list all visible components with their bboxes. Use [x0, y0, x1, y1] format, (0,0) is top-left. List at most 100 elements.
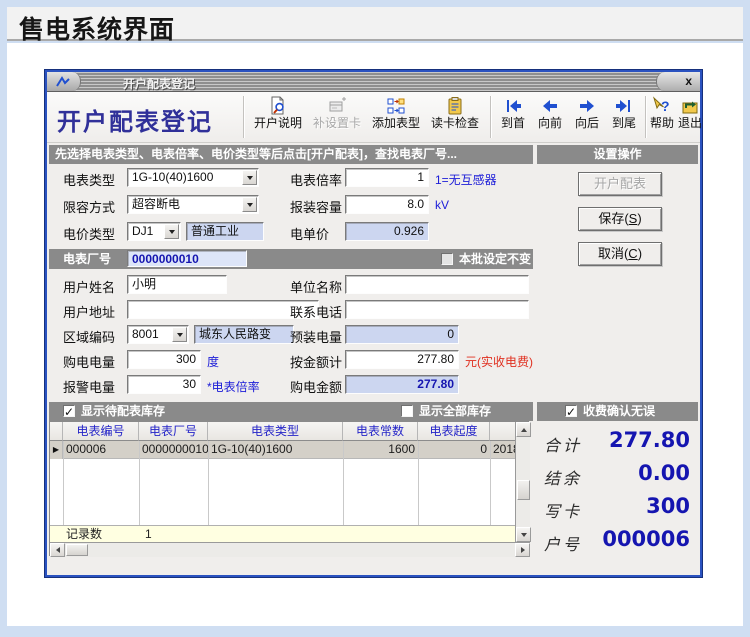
scroll-up-button[interactable]	[516, 422, 531, 437]
save-label: 保存(	[598, 211, 628, 226]
table-header-meter-no[interactable]: 电表编号	[63, 422, 139, 441]
toolbar-button-account-help[interactable]: 开户说明	[250, 95, 306, 140]
cell-date: 2018-	[490, 441, 515, 459]
save-label-end: )	[637, 211, 641, 226]
toolbar-button-nav-prev[interactable]: 向前	[533, 95, 567, 140]
area-code-dropdown-button[interactable]	[172, 327, 187, 342]
meter-type-dropdown-button[interactable]	[242, 170, 257, 185]
alarm-qty-input[interactable]: 30	[127, 375, 201, 394]
toolbar-button-label: 读卡检查	[431, 116, 479, 130]
toolbar-button-add-meter-type[interactable]: 添加表型	[368, 95, 424, 140]
limit-mode-label: 限容方式	[63, 197, 115, 216]
fee-confirm-checkbox[interactable]: ✓	[565, 405, 577, 417]
close-button[interactable]: x	[656, 72, 700, 91]
right-panel-header: 设置操作	[537, 145, 698, 164]
toolbar-button-nav-last[interactable]: 到尾	[607, 95, 641, 140]
toolbar-button-nav-first[interactable]: 到首	[496, 95, 530, 140]
toolbar-button-label: 退出	[678, 116, 702, 130]
phone-input[interactable]	[345, 300, 529, 319]
user-name-input[interactable]: 小明	[127, 275, 227, 294]
table-header-constant[interactable]: 电表常数	[343, 422, 418, 441]
toolbar-button-help[interactable]: ? 帮助	[649, 95, 675, 140]
vertical-scrollbar[interactable]	[515, 422, 530, 542]
toolbar-button-nav-next[interactable]: 向后	[570, 95, 604, 140]
table-header-meter-type[interactable]: 电表类型	[208, 422, 343, 441]
unit-price-label: 电单价	[290, 224, 329, 243]
table-footer: 记录数 1	[50, 525, 515, 542]
toolbar-button-label: 到尾	[612, 116, 636, 130]
price-type-select[interactable]: DJ1	[127, 222, 181, 241]
balance-value: 0.00	[540, 461, 690, 485]
account-no-value: 000006	[540, 527, 690, 551]
table-header-factory-no[interactable]: 电表厂号	[139, 422, 208, 441]
cell-meter-no: 000006	[63, 441, 139, 459]
capacity-input[interactable]: 8.0	[345, 195, 429, 214]
arrow-right-icon	[521, 547, 525, 553]
meter-ratio-input[interactable]: 1	[345, 168, 429, 187]
table-grid-line	[490, 441, 491, 525]
toolbar-separator	[490, 96, 492, 138]
nav-next-icon	[577, 95, 597, 116]
factory-no-label: 电表厂号	[63, 249, 111, 269]
page-bottom-frame	[0, 626, 750, 637]
limit-mode-value: 超容断电	[132, 197, 180, 211]
save-button[interactable]: 保存(S)	[578, 207, 662, 231]
inventory-bar: ✓ 显示待配表库存 显示全部库存	[49, 402, 533, 421]
window-titlebar[interactable]: 开户配表登记 x	[47, 72, 700, 92]
toolbar-separator	[243, 96, 245, 138]
toolbar-button-label: 添加表型	[372, 116, 420, 130]
total-value: 277.80	[540, 428, 690, 452]
add-meter-type-icon	[386, 95, 406, 116]
batch-fixed-checkbox[interactable]	[441, 253, 453, 265]
status-bar: 先选择电表类型、电表倍率、电价类型等后点击[开户配表]，查找电表厂号...	[49, 145, 533, 164]
meter-type-label: 电表类型	[63, 170, 115, 189]
show-pending-checkbox[interactable]: ✓	[63, 405, 75, 417]
meter-type-select[interactable]: 1G-10(40)1600	[127, 168, 259, 187]
price-type-label: 电价类型	[63, 224, 115, 243]
row-selector-icon: ▶	[50, 441, 63, 459]
scroll-right-button[interactable]	[515, 543, 530, 557]
show-pending-label: 显示待配表库存	[81, 402, 165, 421]
price-type-dropdown-button[interactable]	[164, 224, 179, 239]
preload-label: 预装电量	[290, 327, 342, 346]
table-header-selector	[50, 422, 63, 441]
horizontal-scroll-thumb[interactable]	[66, 544, 88, 556]
exit-icon	[680, 95, 700, 116]
toolbar-button-card-setup: 补设置卡	[309, 95, 365, 140]
capacity-label: 报装容量	[290, 197, 342, 216]
horizontal-scrollbar[interactable]	[50, 542, 530, 557]
user-addr-label: 用户地址	[63, 302, 115, 321]
buy-amount-label: 购电金额	[290, 377, 342, 396]
meter-ratio-hint: 1=无互感器	[435, 171, 497, 188]
toolbar-button-label: 向后	[575, 116, 599, 130]
show-all-checkbox[interactable]	[401, 405, 413, 417]
cancel-hotkey: C	[628, 246, 637, 261]
table-grid-line	[139, 441, 140, 525]
buy-qty-input[interactable]: 300	[127, 350, 201, 369]
chevron-down-icon	[247, 176, 253, 180]
limit-mode-select[interactable]: 超容断电	[127, 195, 259, 214]
by-amount-input[interactable]: 277.80	[345, 350, 459, 369]
capacity-hint: kV	[435, 198, 449, 212]
card-setup-icon	[327, 95, 347, 116]
toolbar-button-card-check[interactable]: 读卡检查	[427, 95, 483, 140]
page-title: 售电系统界面	[19, 10, 175, 46]
limit-mode-dropdown-button[interactable]	[242, 197, 257, 212]
area-code-select[interactable]: 8001	[127, 325, 189, 344]
factory-no-input[interactable]: 0000000010	[127, 250, 247, 267]
vertical-scroll-thumb[interactable]	[517, 480, 530, 500]
check-icon: ✓	[566, 403, 576, 422]
table-row[interactable]: ▶ 000006 0000000010 1G-10(40)1600 1600 0…	[50, 441, 515, 459]
toolbar-button-exit[interactable]: 退出	[677, 95, 703, 140]
scroll-down-button[interactable]	[516, 527, 531, 542]
table-header-start[interactable]: 电表起度	[418, 422, 490, 441]
card-check-icon	[445, 95, 465, 116]
unit-name-input[interactable]	[345, 275, 529, 294]
nav-last-icon	[614, 95, 634, 116]
user-name-label: 用户姓名	[63, 277, 115, 296]
help-icon: ?	[652, 95, 672, 116]
doc-search-icon	[268, 95, 288, 116]
scroll-left-button[interactable]	[50, 543, 65, 557]
nav-prev-icon	[540, 95, 560, 116]
cancel-button[interactable]: 取消(C)	[578, 242, 662, 266]
